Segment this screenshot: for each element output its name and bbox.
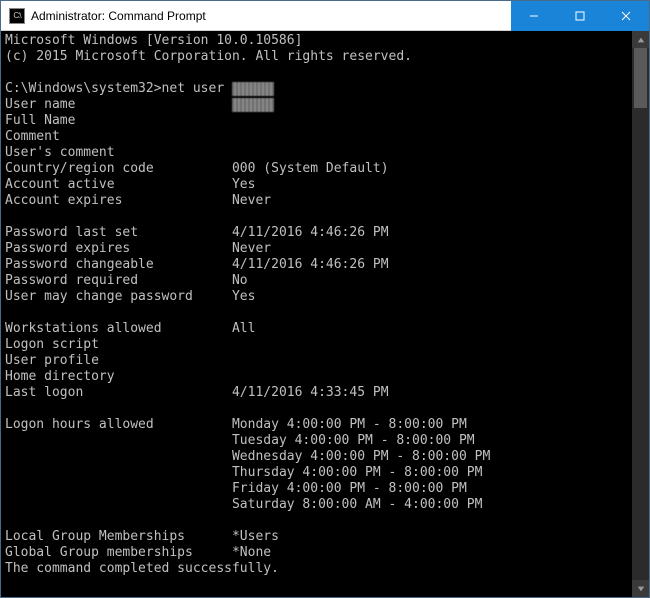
field-label (5, 497, 232, 512)
field-value: No (232, 273, 248, 288)
minimize-button[interactable] (511, 1, 557, 31)
field-label: User may change password (5, 289, 232, 304)
field-label: Logon hours allowed (5, 417, 232, 432)
window-title: Administrator: Command Prompt (31, 9, 206, 23)
field-label: Full Name (5, 113, 232, 128)
field-value: Never (232, 241, 271, 256)
field-label: User name (5, 97, 232, 112)
close-button[interactable] (603, 1, 649, 31)
field-value: Saturday 8:00:00 AM - 4:00:00 PM (232, 497, 482, 512)
field-label: Comment (5, 129, 232, 144)
field-value: *None (232, 545, 271, 560)
field-label: Account expires (5, 193, 232, 208)
field-label: Global Group memberships (5, 545, 232, 560)
redacted-value (232, 98, 274, 112)
field-label (5, 433, 232, 448)
field-value: Wednesday 4:00:00 PM - 8:00:00 PM (232, 449, 490, 464)
field-value: Yes (232, 177, 255, 192)
scroll-up-button[interactable] (632, 31, 649, 48)
client-area: Microsoft Windows [Version 10.0.10586] (… (1, 31, 649, 597)
field-label: Password expires (5, 241, 232, 256)
banner-line: Microsoft Windows [Version 10.0.10586] (5, 33, 302, 48)
field-label: Password changeable (5, 257, 232, 272)
redacted-argument (232, 82, 274, 96)
titlebar[interactable]: C:\ Administrator: Command Prompt (1, 1, 649, 31)
field-label: Local Group Memberships (5, 529, 232, 544)
field-label: Password required (5, 273, 232, 288)
field-value: Yes (232, 289, 255, 304)
field-label: Logon script (5, 337, 232, 352)
field-value: Thursday 4:00:00 PM - 8:00:00 PM (232, 465, 482, 480)
cmd-icon: C:\ (9, 8, 25, 24)
maximize-button[interactable] (557, 1, 603, 31)
field-value: Monday 4:00:00 PM - 8:00:00 PM (232, 417, 467, 432)
prompt-command: net user (162, 81, 232, 96)
field-label: Account active (5, 177, 232, 192)
window-controls (511, 1, 649, 31)
field-value: Never (232, 193, 271, 208)
command-prompt-window: C:\ Administrator: Command Prompt Micros… (0, 0, 650, 598)
field-label: Country/region code (5, 161, 232, 176)
field-label: Home directory (5, 369, 232, 384)
field-value: 4/11/2016 4:46:26 PM (232, 225, 389, 240)
field-label: User's comment (5, 145, 232, 160)
field-value: Friday 4:00:00 PM - 8:00:00 PM (232, 481, 467, 496)
field-label (5, 465, 232, 480)
field-value: 4/11/2016 4:46:26 PM (232, 257, 389, 272)
field-value: Tuesday 4:00:00 PM - 8:00:00 PM (232, 433, 475, 448)
field-label (5, 481, 232, 496)
field-value: 4/11/2016 4:33:45 PM (232, 385, 389, 400)
field-value: All (232, 321, 255, 336)
field-label: Last logon (5, 385, 232, 400)
field-label: Workstations allowed (5, 321, 232, 336)
field-value: *Users (232, 529, 279, 544)
completion-message: The command completed successfully. (5, 561, 279, 576)
field-label (5, 449, 232, 464)
field-label: Password last set (5, 225, 232, 240)
banner-line: (c) 2015 Microsoft Corporation. All righ… (5, 49, 412, 64)
terminal-output[interactable]: Microsoft Windows [Version 10.0.10586] (… (1, 31, 632, 597)
scroll-track[interactable] (632, 48, 649, 580)
scroll-down-button[interactable] (632, 580, 649, 597)
prompt-path: C:\Windows\system32> (5, 81, 162, 96)
vertical-scrollbar[interactable] (632, 31, 649, 597)
field-label: User profile (5, 353, 232, 368)
field-value: 000 (System Default) (232, 161, 389, 176)
scroll-thumb[interactable] (634, 48, 647, 108)
